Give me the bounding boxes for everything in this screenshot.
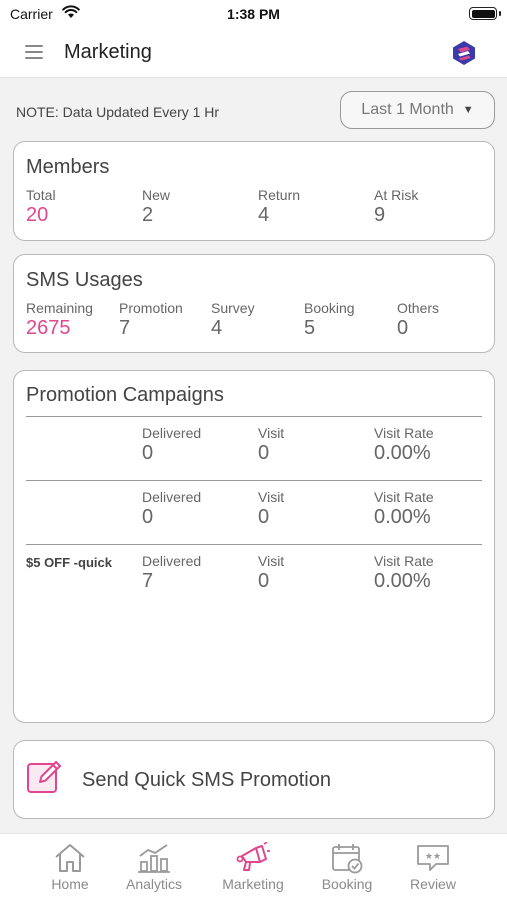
sms-promotion-stat: Promotion 7 — [119, 300, 183, 340]
stat-value: 0 — [397, 317, 409, 339]
stat-value: 7 — [142, 570, 154, 592]
calendar-check-icon — [332, 844, 363, 874]
members-new-stat: New 2 — [142, 187, 170, 227]
visit-rate-stat: Visit Rate 0.00% — [374, 553, 434, 593]
stat-label: Visit Rate — [374, 489, 434, 505]
page-title: Marketing — [64, 41, 152, 63]
campaign-row[interactable]: Delivered 0 Visit 0 Visit Rate 0.00% — [14, 481, 494, 541]
visit-stat: Visit 0 — [258, 553, 284, 593]
svg-text:★★: ★★ — [425, 852, 441, 862]
tab-label: Review — [410, 876, 456, 892]
sms-remaining-stat: Remaining 2675 — [26, 300, 93, 340]
delivered-stat: Delivered 0 — [142, 489, 201, 529]
sms-survey-stat: Survey 4 — [211, 300, 255, 340]
stat-value: 4 — [258, 204, 270, 226]
app-logo — [453, 41, 475, 65]
date-range-label: Last 1 Month — [361, 101, 454, 118]
clock: 1:38 PM — [227, 6, 280, 22]
stat-value: 7 — [119, 317, 131, 339]
tab-label: Booking — [321, 876, 373, 892]
delivered-stat: Delivered 0 — [142, 425, 201, 465]
tab-booking[interactable]: Booking — [300, 834, 394, 900]
members-title: Members — [26, 156, 110, 178]
stat-label: Visit — [258, 489, 285, 505]
stat-label: Others — [397, 300, 440, 316]
stat-label: Remaining — [26, 300, 93, 316]
tab-home[interactable]: Home — [23, 834, 117, 900]
stat-label: Visit Rate — [374, 425, 434, 441]
stat-label: Visit — [258, 425, 285, 441]
stat-value: 2 — [142, 204, 154, 226]
update-note: NOTE: Data Updated Every 1 Hr — [16, 104, 220, 120]
stat-value: 0 — [258, 570, 270, 592]
stat-label: Return — [258, 187, 301, 203]
visit-stat: Visit 0 — [258, 489, 284, 529]
stat-label: Promotion — [119, 300, 183, 316]
promotion-campaigns-title: Promotion Campaigns — [26, 384, 224, 406]
stat-label: Visit Rate — [374, 553, 434, 569]
stat-label: Delivered — [142, 425, 202, 441]
menu-icon[interactable] — [25, 45, 43, 59]
stat-value: 0 — [258, 442, 270, 464]
stat-label: Total — [26, 187, 56, 203]
stat-value: 2675 — [26, 317, 71, 339]
delivered-stat: Delivered 7 — [142, 553, 201, 593]
tab-label: Home — [51, 876, 89, 892]
tab-label: Marketing — [222, 876, 284, 892]
edit-icon — [27, 761, 61, 793]
sms-others-stat: Others 0 — [397, 300, 439, 340]
members-card: Members Total 20 New 2 Return 4 At Risk … — [13, 141, 495, 241]
stat-label: Booking — [304, 300, 355, 316]
stat-value: 0.00% — [374, 570, 431, 592]
stat-label: Delivered — [142, 489, 202, 505]
stat-label: Delivered — [142, 553, 202, 569]
tab-analytics[interactable]: Analytics — [107, 834, 201, 900]
home-icon — [55, 844, 85, 872]
members-at-risk-stat: At Risk 9 — [374, 187, 418, 227]
stat-value: 0 — [142, 442, 154, 464]
stat-value: 4 — [211, 317, 223, 339]
campaign-name: $5 OFF -quick — [26, 555, 112, 570]
battery-icon — [469, 7, 501, 20]
campaign-row[interactable]: $5 OFF -quick Delivered 7 Visit 0 Visit … — [14, 545, 494, 605]
stat-label: At Risk — [374, 187, 419, 203]
visit-rate-stat: Visit Rate 0.00% — [374, 489, 434, 529]
campaign-row[interactable]: Delivered 0 Visit 0 Visit Rate 0.00% — [14, 417, 494, 477]
stat-value: 5 — [304, 317, 316, 339]
tab-review[interactable]: ★★ Review — [386, 834, 480, 900]
stat-label: Survey — [211, 300, 255, 316]
date-range-dropdown[interactable]: Last 1 Month ▼ — [340, 91, 495, 129]
visit-stat: Visit 0 — [258, 425, 284, 465]
stat-value: 0.00% — [374, 506, 431, 528]
nav-bar: Marketing — [0, 28, 507, 78]
megaphone-icon — [236, 842, 270, 871]
promotion-campaigns-card: Promotion Campaigns Delivered 0 Visit 0 … — [13, 370, 495, 723]
review-icon: ★★ — [417, 845, 449, 871]
stat-value: 9 — [374, 204, 386, 226]
tab-bar: Home Analytics Marketing Booking ★★ Revi… — [0, 833, 507, 900]
analytics-icon — [138, 844, 170, 873]
tab-label: Analytics — [125, 876, 183, 892]
stat-label: New — [142, 187, 171, 203]
caret-down-icon: ▼ — [462, 104, 474, 116]
stat-label: Visit — [258, 553, 285, 569]
sms-usage-card: SMS Usages Remaining 2675 Promotion 7 Su… — [13, 254, 495, 353]
stat-value: 0.00% — [374, 442, 431, 464]
members-return-stat: Return 4 — [258, 187, 300, 227]
send-quick-sms-label: Send Quick SMS Promotion — [82, 769, 331, 791]
sms-usage-title: SMS Usages — [26, 269, 143, 291]
stat-value: 0 — [142, 506, 154, 528]
tab-marketing[interactable]: Marketing — [206, 834, 300, 900]
sms-booking-stat: Booking 5 — [304, 300, 355, 340]
send-quick-sms-button[interactable]: Send Quick SMS Promotion — [13, 740, 495, 819]
visit-rate-stat: Visit Rate 0.00% — [374, 425, 434, 465]
members-total-stat: Total 20 — [26, 187, 56, 227]
stat-value: 20 — [26, 204, 49, 226]
status-bar: Carrier 1:38 PM — [0, 0, 507, 28]
stat-value: 0 — [258, 506, 270, 528]
